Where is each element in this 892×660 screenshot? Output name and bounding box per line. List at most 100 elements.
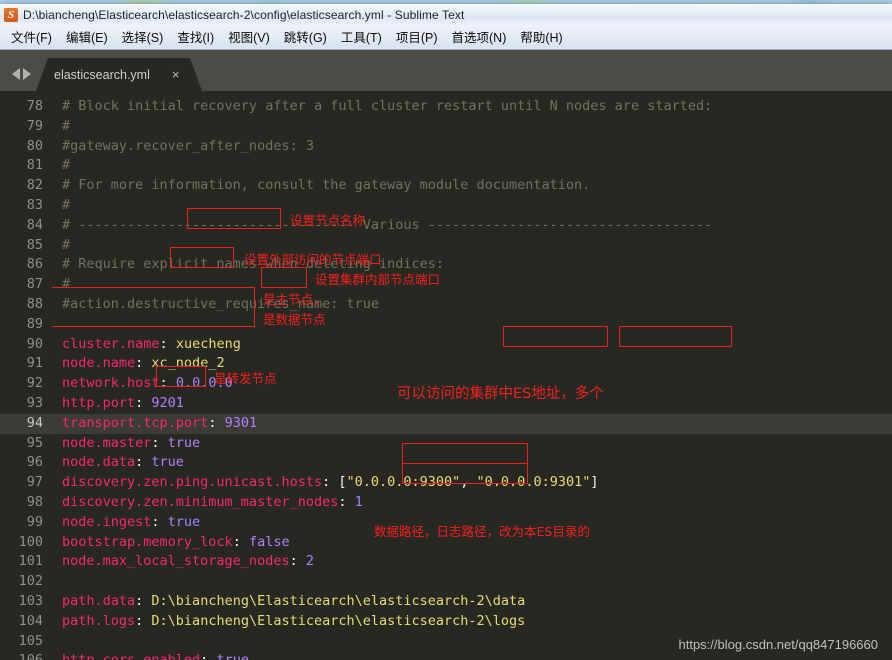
- code-token: :: [200, 652, 216, 660]
- line-number: 101: [18, 553, 43, 570]
- code-line[interactable]: #action.destructive_requires_name: true: [52, 295, 892, 315]
- code-token: D:\biancheng\Elasticearch\elasticsearch-…: [151, 592, 526, 609]
- code-token: "0.0.0.0:9301": [476, 474, 591, 491]
- code-line[interactable]: # Block initial recovery after a full cl…: [52, 97, 892, 117]
- code-token: ,: [460, 474, 477, 491]
- code-line[interactable]: # ---------------------------------- Var…: [52, 216, 892, 236]
- code-token: true: [216, 652, 249, 660]
- arrow-right-icon[interactable]: [23, 68, 31, 80]
- code-token: :: [338, 493, 355, 510]
- code-line[interactable]: http.cors.enabled: true: [52, 651, 892, 660]
- code-line[interactable]: #: [52, 275, 892, 295]
- code-line[interactable]: [52, 315, 892, 335]
- code-line[interactable]: node.ingest: true: [52, 513, 892, 533]
- line-number: 106: [0, 651, 52, 660]
- line-number: 105: [18, 632, 43, 649]
- line-number: 81: [26, 157, 43, 174]
- code-token: discovery.zen.minimum_master_nodes: [62, 493, 339, 510]
- code-line[interactable]: cluster.name: xuecheng: [52, 335, 892, 355]
- code-line[interactable]: node.data: true: [52, 453, 892, 473]
- menu-item-tools[interactable]: 工具(T): [334, 24, 389, 50]
- code-token: # For more information, consult the gate…: [62, 177, 591, 194]
- code-token: node.master: [62, 434, 152, 451]
- code-line[interactable]: # For more information, consult the gate…: [52, 176, 892, 196]
- line-number: 93: [26, 394, 43, 411]
- code-token: xc_node_2: [151, 355, 225, 372]
- code-token: node.name: [62, 355, 136, 372]
- menu-item-project[interactable]: 项目(P): [389, 24, 445, 50]
- code-token: :: [232, 533, 249, 550]
- code-line[interactable]: path.logs: D:\biancheng\Elasticearch\ela…: [52, 612, 892, 632]
- code-line[interactable]: path.data: D:\biancheng\Elasticearch\ela…: [52, 592, 892, 612]
- window-titlebar: D:\biancheng\Elasticearch\elasticsearch-…: [0, 4, 892, 25]
- line-number: 91: [26, 355, 43, 372]
- code-line[interactable]: node.master: true: [52, 434, 892, 454]
- code-line[interactable]: network.host: 0.0.0.0: [52, 374, 892, 394]
- line-number: 88: [26, 295, 43, 312]
- tab-elasticsearch-yml[interactable]: elasticsearch.yml ×: [36, 58, 202, 91]
- line-number: 100: [18, 533, 43, 550]
- menu-item-edit[interactable]: 编辑(E): [59, 24, 115, 50]
- code-token: "0.0.0.0:9300": [346, 474, 461, 491]
- code-token: bootstrap.memory_lock: [62, 533, 233, 550]
- line-number: 99: [26, 513, 43, 530]
- code-token: :: [159, 375, 176, 392]
- code-line[interactable]: #: [52, 196, 892, 216]
- close-icon[interactable]: ×: [172, 68, 180, 81]
- menu-item-goto[interactable]: 跳转(G): [277, 24, 334, 50]
- menu-item-preferences[interactable]: 首选项(N): [445, 24, 514, 50]
- menu-item-find[interactable]: 查找(I): [170, 24, 221, 50]
- code-token: :: [208, 414, 225, 431]
- code-line[interactable]: transport.tcp.port: 9301: [52, 413, 892, 434]
- line-number: 83: [26, 196, 43, 213]
- code-token: 2: [305, 553, 314, 570]
- menu-item-selection[interactable]: 选择(S): [115, 24, 171, 50]
- code-token: :: [289, 553, 306, 570]
- code-token: #: [62, 157, 71, 174]
- code-token: #: [62, 276, 71, 293]
- line-number: 95: [26, 434, 43, 451]
- code-token: :: [135, 592, 152, 609]
- line-number: 80: [26, 137, 43, 154]
- code-token: node.data: [62, 454, 136, 471]
- sublime-text-window: D:\biancheng\Elasticearch\elasticsearch-…: [0, 4, 892, 660]
- line-number: 86: [26, 256, 43, 273]
- code-content[interactable]: # Block initial recovery after a full cl…: [52, 91, 892, 660]
- menu-item-view[interactable]: 视图(V): [221, 24, 277, 50]
- code-line[interactable]: bootstrap.memory_lock: false: [52, 533, 892, 553]
- menu-item-file[interactable]: 文件(F): [4, 24, 59, 50]
- arrow-left-icon[interactable]: [12, 68, 20, 80]
- tab-label: elasticsearch.yml: [54, 67, 150, 82]
- code-line[interactable]: #: [52, 117, 892, 137]
- code-line[interactable]: discovery.zen.minimum_master_nodes: 1: [52, 493, 892, 513]
- code-token: 1: [354, 493, 363, 510]
- line-number: 96: [26, 454, 43, 471]
- code-token: xuecheng: [175, 335, 241, 352]
- menu-item-help[interactable]: 帮助(H): [513, 24, 569, 50]
- code-token: #: [62, 236, 71, 253]
- code-line[interactable]: [52, 572, 892, 592]
- line-number: 82: [26, 177, 43, 194]
- code-token: # Block initial recovery after a full cl…: [62, 98, 713, 114]
- code-token: 9201: [151, 394, 184, 411]
- code-line[interactable]: #: [52, 236, 892, 256]
- code-line[interactable]: discovery.zen.ping.unicast.hosts: ["0.0.…: [52, 473, 892, 493]
- sublime-text-logo-icon: [4, 8, 18, 22]
- code-line[interactable]: node.name: xc_node_2: [52, 354, 892, 374]
- line-number: 92: [26, 375, 43, 392]
- code-line[interactable]: http.port: 9201: [52, 394, 892, 414]
- code-line[interactable]: node.max_local_storage_nodes: 2: [52, 552, 892, 572]
- code-line[interactable]: # Require explicit names when deleting i…: [52, 255, 892, 275]
- code-token: # ---------------------------------- Var…: [62, 216, 713, 233]
- watermark-text: https://blog.csdn.net/qq847196660: [678, 637, 879, 652]
- code-token: false: [248, 533, 290, 550]
- code-editor[interactable]: 78 79 80 81 82 83 84 85 86 87 88 89 90 91 92 93 94 95 96 97…: [0, 91, 892, 660]
- line-number: 103: [18, 592, 43, 609]
- code-line[interactable]: #gateway.recover_after_nodes: 3: [52, 137, 892, 157]
- code-token: :: [151, 513, 168, 530]
- line-number: 98: [26, 493, 43, 510]
- code-token: true: [151, 454, 184, 471]
- code-line[interactable]: #: [52, 156, 892, 176]
- line-number: 102: [18, 573, 43, 590]
- tab-nav-arrows: [0, 68, 38, 91]
